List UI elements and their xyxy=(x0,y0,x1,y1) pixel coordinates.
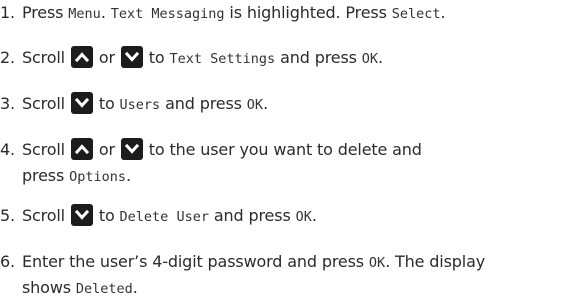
step-text: to xyxy=(93,94,120,113)
step-text: Scroll xyxy=(22,140,70,159)
step-line: 6. Enter the user’s 4-digit password and … xyxy=(0,249,485,275)
down-arrow-icon xyxy=(74,97,90,108)
step-text: . xyxy=(311,206,317,225)
display-text: OK xyxy=(246,97,264,113)
step-text: Scroll xyxy=(22,48,70,67)
down-arrow-icon xyxy=(124,51,139,62)
step-text: or xyxy=(93,140,120,159)
step-text: is highlighted. Press xyxy=(224,3,392,22)
step-line: 1. Press Menu. Text Messaging is highligh… xyxy=(0,0,446,26)
step-text: to xyxy=(143,48,170,67)
display-text: Deleted xyxy=(75,281,133,297)
up-arrow-key xyxy=(70,45,93,68)
step-text: to xyxy=(93,206,120,225)
step-text: and press xyxy=(208,206,296,225)
down-arrow-key xyxy=(70,91,93,114)
step-text: and press xyxy=(275,48,362,67)
step-text: and press xyxy=(160,94,247,113)
step-line: 5. Scroll to Delete User and press OK. xyxy=(0,203,317,229)
step-number: 3. xyxy=(0,94,15,113)
step-text: Enter the user’s 4-digit password and pr… xyxy=(22,252,369,271)
step-number: 1. xyxy=(0,3,15,22)
step-number: 6. xyxy=(0,252,15,271)
display-text: Users xyxy=(119,97,161,113)
step-text: . xyxy=(126,166,131,185)
up-arrow-key xyxy=(70,137,93,160)
step-number: 5. xyxy=(0,206,15,225)
step-text: . xyxy=(378,48,383,67)
step-line: 2. Scroll or to Text Settings and press O… xyxy=(0,45,383,71)
up-arrow-icon xyxy=(74,51,90,62)
display-text: OK xyxy=(361,51,379,67)
step-text: or xyxy=(93,48,120,67)
display-text: Select xyxy=(391,6,441,22)
display-text: OK xyxy=(295,209,312,225)
step-line: press Options. xyxy=(0,163,131,189)
step-text: Scroll xyxy=(22,206,70,225)
step-number: 4. xyxy=(0,140,15,159)
step-text: . xyxy=(263,94,268,113)
display-text: Delete User xyxy=(119,209,209,225)
step-number: 2. xyxy=(0,48,15,67)
display-text: Options xyxy=(69,169,126,185)
display-text: OK xyxy=(368,255,386,271)
step-line: 4. Scroll or to the user you want to dele… xyxy=(0,137,422,163)
step-line: 3. Scroll to Users and press OK. xyxy=(0,91,268,117)
step-text: shows xyxy=(22,278,76,297)
display-text: Menu xyxy=(68,6,101,22)
step-text: Press xyxy=(22,3,69,22)
down-arrow-icon xyxy=(74,209,90,220)
down-arrow-key xyxy=(120,45,143,68)
down-arrow-key xyxy=(70,203,93,226)
display-text: Text Messaging xyxy=(110,6,225,22)
down-arrow-icon xyxy=(124,143,139,154)
step-text: . xyxy=(100,3,111,22)
step-text: Scroll xyxy=(22,94,70,113)
step-text: press xyxy=(22,166,70,185)
step-text: . The display xyxy=(385,252,486,271)
step-text: . xyxy=(132,278,138,297)
up-arrow-icon xyxy=(74,143,90,154)
step-text: . xyxy=(440,3,446,22)
step-text: to the user you want to delete and xyxy=(143,140,422,159)
down-arrow-key xyxy=(120,137,143,160)
display-text: Text Settings xyxy=(169,51,276,67)
step-line: shows Deleted. xyxy=(0,275,138,301)
